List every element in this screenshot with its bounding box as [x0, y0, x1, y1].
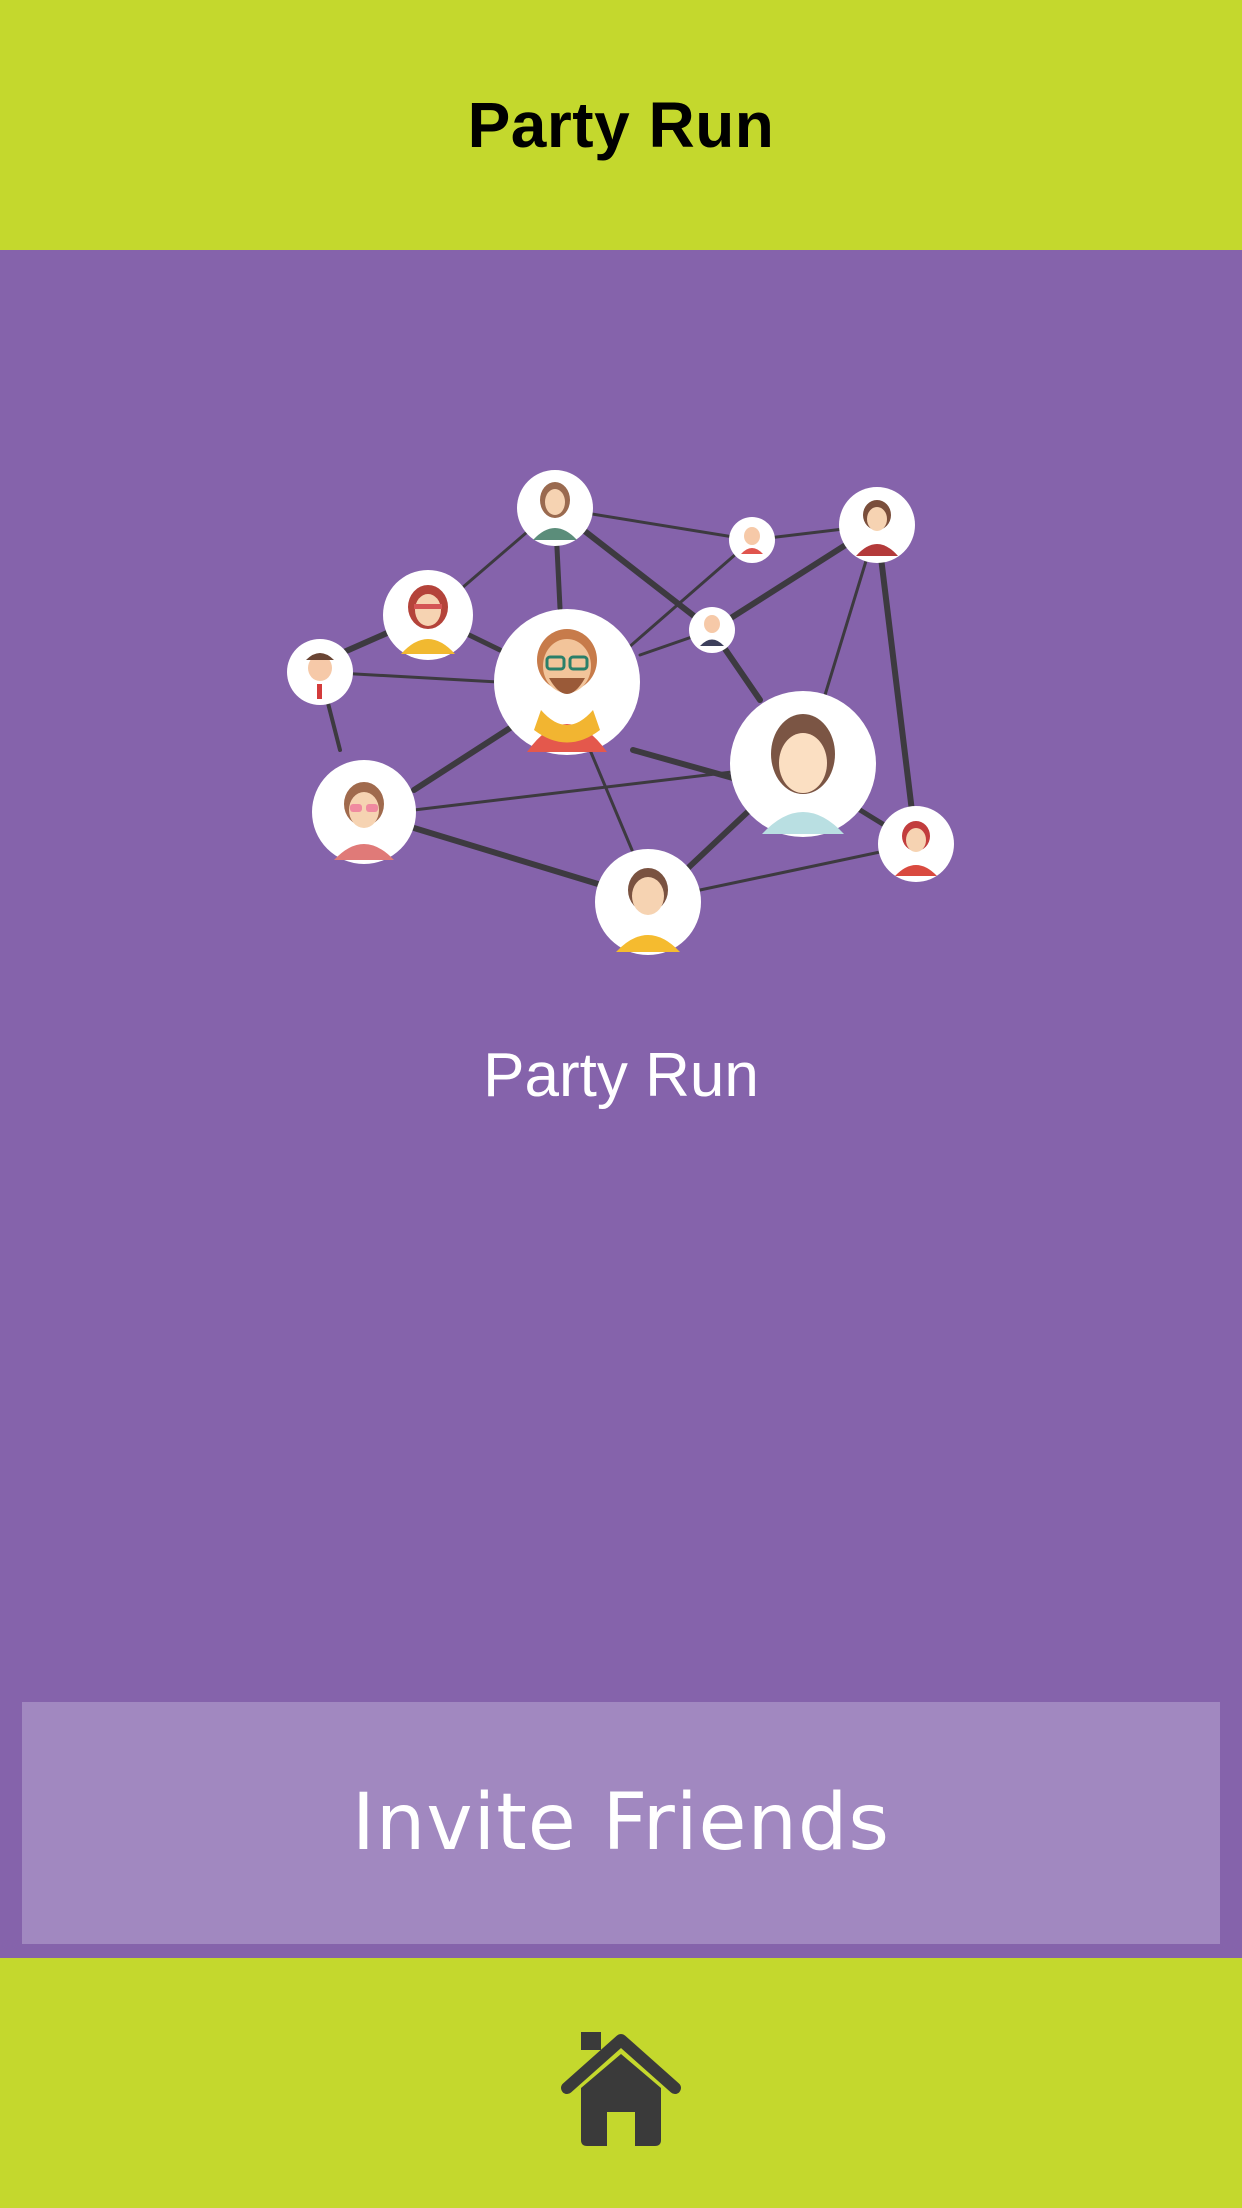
avatar-node	[730, 691, 876, 837]
invite-friends-button[interactable]: Invite Friends	[22, 1702, 1220, 1944]
avatar-node	[287, 639, 353, 705]
header-bar: Party Run	[0, 0, 1242, 250]
avatar-node	[517, 470, 593, 546]
home-icon	[561, 2032, 681, 2146]
avatar-node	[595, 849, 701, 955]
home-button[interactable]	[561, 2030, 681, 2148]
avatar-node	[494, 609, 640, 755]
avatar-node	[689, 607, 735, 653]
page-title: Party Run	[467, 89, 775, 161]
app-name-label: Party Run	[483, 1041, 759, 1110]
avatar-node	[312, 760, 416, 864]
avatar-node	[729, 517, 775, 563]
bottom-nav-bar	[0, 1958, 1242, 2208]
avatar-node	[383, 570, 473, 660]
avatar-node	[839, 487, 915, 563]
avatar-node	[878, 806, 954, 882]
invite-friends-label: Invite Friends	[351, 1778, 891, 1868]
main-content: Party Run Invite Friends	[0, 250, 1242, 1958]
